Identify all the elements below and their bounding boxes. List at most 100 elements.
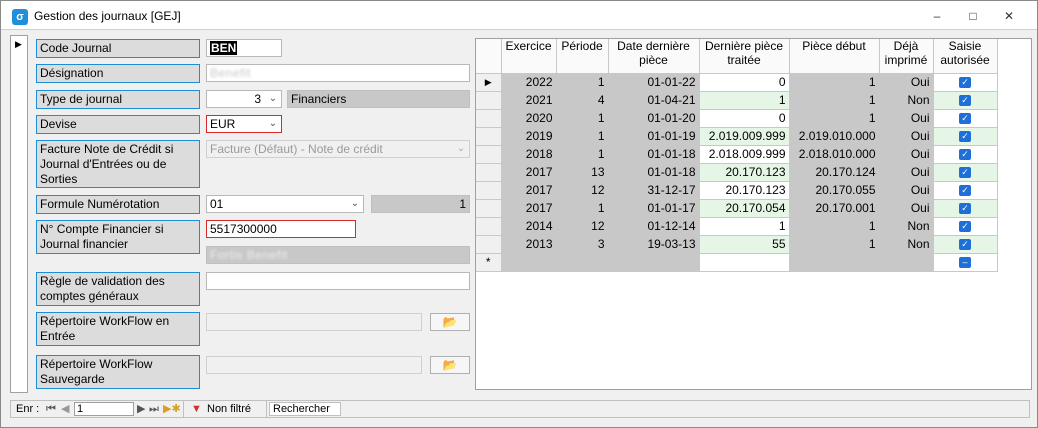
next-record-icon[interactable]: ▶ [137, 401, 145, 417]
cell-saisie-autorisee[interactable]: ✓ [933, 145, 998, 164]
row-selector[interactable] [476, 145, 502, 164]
previous-record-icon[interactable]: ◀ [61, 401, 69, 417]
devise-select[interactable]: EUR ⌄ [206, 115, 282, 133]
new-row-cell[interactable] [789, 253, 880, 272]
row-selector[interactable] [476, 181, 502, 200]
minimize-button[interactable]: – [925, 7, 949, 25]
checkbox-checked-icon[interactable]: ✓ [959, 76, 971, 88]
cell-date: 01-01-18 [608, 163, 700, 182]
cell-derniere-piece: 2.018.009.999 [699, 145, 790, 164]
table-row[interactable]: 2018 1 01-01-18 2.018.009.999 2.018.010.000 O… [476, 145, 998, 164]
column-header[interactable]: Période [556, 39, 609, 74]
maximize-button[interactable]: □ [961, 7, 985, 25]
table-row[interactable]: 2021 4 01-04-21 1 1 Non ✓ [476, 91, 998, 110]
table-row[interactable]: 2014 12 01-12-14 1 1 Non ✓ [476, 217, 998, 236]
workflow-sauvegarde-field[interactable] [206, 356, 422, 374]
cell-exercice: 2017 [501, 163, 557, 182]
new-row-cell[interactable] [608, 253, 700, 272]
cell-saisie-autorisee[interactable]: ✓ [933, 217, 998, 236]
row-selector[interactable] [476, 109, 502, 128]
facture-note-value: Facture (Défaut) - Note de crédit [210, 142, 383, 156]
checkbox-checked-icon[interactable]: ✓ [959, 166, 971, 178]
cell-piece-debut: 1 [789, 73, 880, 92]
type-journal-select[interactable]: 3 ⌄ [206, 90, 282, 108]
row-selector[interactable] [476, 163, 502, 182]
checkbox-checked-icon[interactable]: ✓ [959, 148, 971, 160]
row-selector[interactable] [476, 199, 502, 218]
new-row-cell[interactable] [879, 253, 934, 272]
column-header[interactable]: Pièce début [789, 39, 880, 74]
new-table-row[interactable]: * – [476, 253, 998, 272]
cell-saisie-autorisee[interactable]: ✓ [933, 235, 998, 254]
record-number-input[interactable]: 1 [74, 402, 134, 416]
regle-validation-label: Règle de validation des comptes généraux [36, 272, 200, 306]
column-header[interactable]: Saisie autorisée [933, 39, 998, 74]
cell-saisie-autorisee[interactable]: ✓ [933, 181, 998, 200]
row-selector[interactable]: ▶ [476, 73, 502, 92]
workflow-sauvegarde-browse-button[interactable]: 📂 [430, 356, 470, 374]
cell-exercice: 2018 [501, 145, 557, 164]
row-selector[interactable] [476, 235, 502, 254]
first-record-icon[interactable]: ⏮ [46, 401, 56, 417]
close-button[interactable]: ✕ [997, 7, 1021, 25]
checkbox-checked-icon[interactable]: ✓ [959, 130, 971, 142]
filter-icon: ▼ [191, 403, 202, 415]
periods-grid: Exercice Période Date dernière pièce Der… [475, 38, 1032, 390]
checkbox-checked-icon[interactable]: ✓ [959, 184, 971, 196]
table-row[interactable]: 2017 12 31-12-17 20.170.123 20.170.055 Oui ✓ [476, 181, 998, 200]
cell-saisie-autorisee[interactable]: ✓ [933, 91, 998, 110]
column-header[interactable]: Dernière pièce traitée [699, 39, 790, 74]
workflow-entree-field[interactable] [206, 313, 422, 331]
row-selector[interactable] [476, 127, 502, 146]
column-header[interactable]: Date dernière pièce [608, 39, 700, 74]
cell-saisie-autorisee[interactable]: ✓ [933, 73, 998, 92]
row-selector[interactable] [476, 91, 502, 110]
cell-piece-debut: 1 [789, 235, 880, 254]
designation-field[interactable]: Benefit [206, 64, 470, 82]
facture-note-select[interactable]: Facture (Défaut) - Note de crédit ⌄ [206, 140, 470, 158]
cell-saisie-autorisee[interactable]: ✓ [933, 163, 998, 182]
cell-derniere-piece: 20.170.123 [699, 181, 790, 200]
cell-saisie-autorisee[interactable]: – [933, 253, 998, 272]
cell-date: 31-12-17 [608, 181, 700, 200]
table-row[interactable]: 2017 13 01-01-18 20.170.123 20.170.124 Oui ✓ [476, 163, 998, 182]
cell-saisie-autorisee[interactable]: ✓ [933, 127, 998, 146]
row-selector[interactable] [476, 217, 502, 236]
code-journal-field[interactable]: BEN [206, 39, 282, 57]
journal-form: Code Journal BEN Désignation Benefit Typ… [28, 35, 472, 393]
checkbox-checked-icon[interactable]: ✓ [959, 202, 971, 214]
formule-numerotation-select[interactable]: 01 ⌄ [206, 195, 364, 213]
column-header[interactable]: Exercice [501, 39, 557, 74]
compte-financier-field[interactable]: 5517300000 [206, 220, 356, 238]
open-folder-icon: 📂 [442, 358, 458, 372]
new-record-icon[interactable]: ▶✱ [163, 401, 181, 417]
search-input[interactable]: Rechercher [269, 402, 341, 416]
checkbox-checked-icon[interactable]: ✓ [959, 112, 971, 124]
cell-exercice: 2013 [501, 235, 557, 254]
cell-deja-imprime: Oui [879, 73, 934, 92]
new-row-cell[interactable] [556, 253, 609, 272]
filter-status-button[interactable]: Non filtré [207, 401, 251, 417]
column-header[interactable]: Déjà imprimé [879, 39, 934, 74]
last-record-icon[interactable]: ⏭ [149, 401, 159, 417]
checkbox-indeterminate-icon[interactable]: – [959, 256, 971, 268]
table-row[interactable]: 2013 3 19-03-13 55 1 Non ✓ [476, 235, 998, 254]
table-row[interactable]: 2017 1 01-01-17 20.170.054 20.170.001 Oui ✓ [476, 199, 998, 218]
cell-date: 01-12-14 [608, 217, 700, 236]
record-selector[interactable]: ▶ [10, 35, 28, 393]
checkbox-checked-icon[interactable]: ✓ [959, 94, 971, 106]
table-row[interactable]: 2020 1 01-01-20 0 1 Oui ✓ [476, 109, 998, 128]
new-row-cell[interactable] [699, 253, 790, 272]
table-row[interactable]: 2019 1 01-01-19 2.019.009.999 2.019.010.000 O… [476, 127, 998, 146]
cell-saisie-autorisee[interactable]: ✓ [933, 109, 998, 128]
workflow-entree-browse-button[interactable]: 📂 [430, 313, 470, 331]
app-icon: σ [12, 9, 28, 25]
cell-derniere-piece: 2.019.009.999 [699, 127, 790, 146]
new-row-marker[interactable]: * [476, 253, 502, 272]
regle-validation-field[interactable] [206, 272, 470, 290]
cell-saisie-autorisee[interactable]: ✓ [933, 199, 998, 218]
new-row-cell[interactable] [501, 253, 557, 272]
table-row[interactable]: ▶ 2022 1 01-01-22 0 1 Oui ✓ [476, 73, 998, 92]
checkbox-checked-icon[interactable]: ✓ [959, 238, 971, 250]
checkbox-checked-icon[interactable]: ✓ [959, 220, 971, 232]
